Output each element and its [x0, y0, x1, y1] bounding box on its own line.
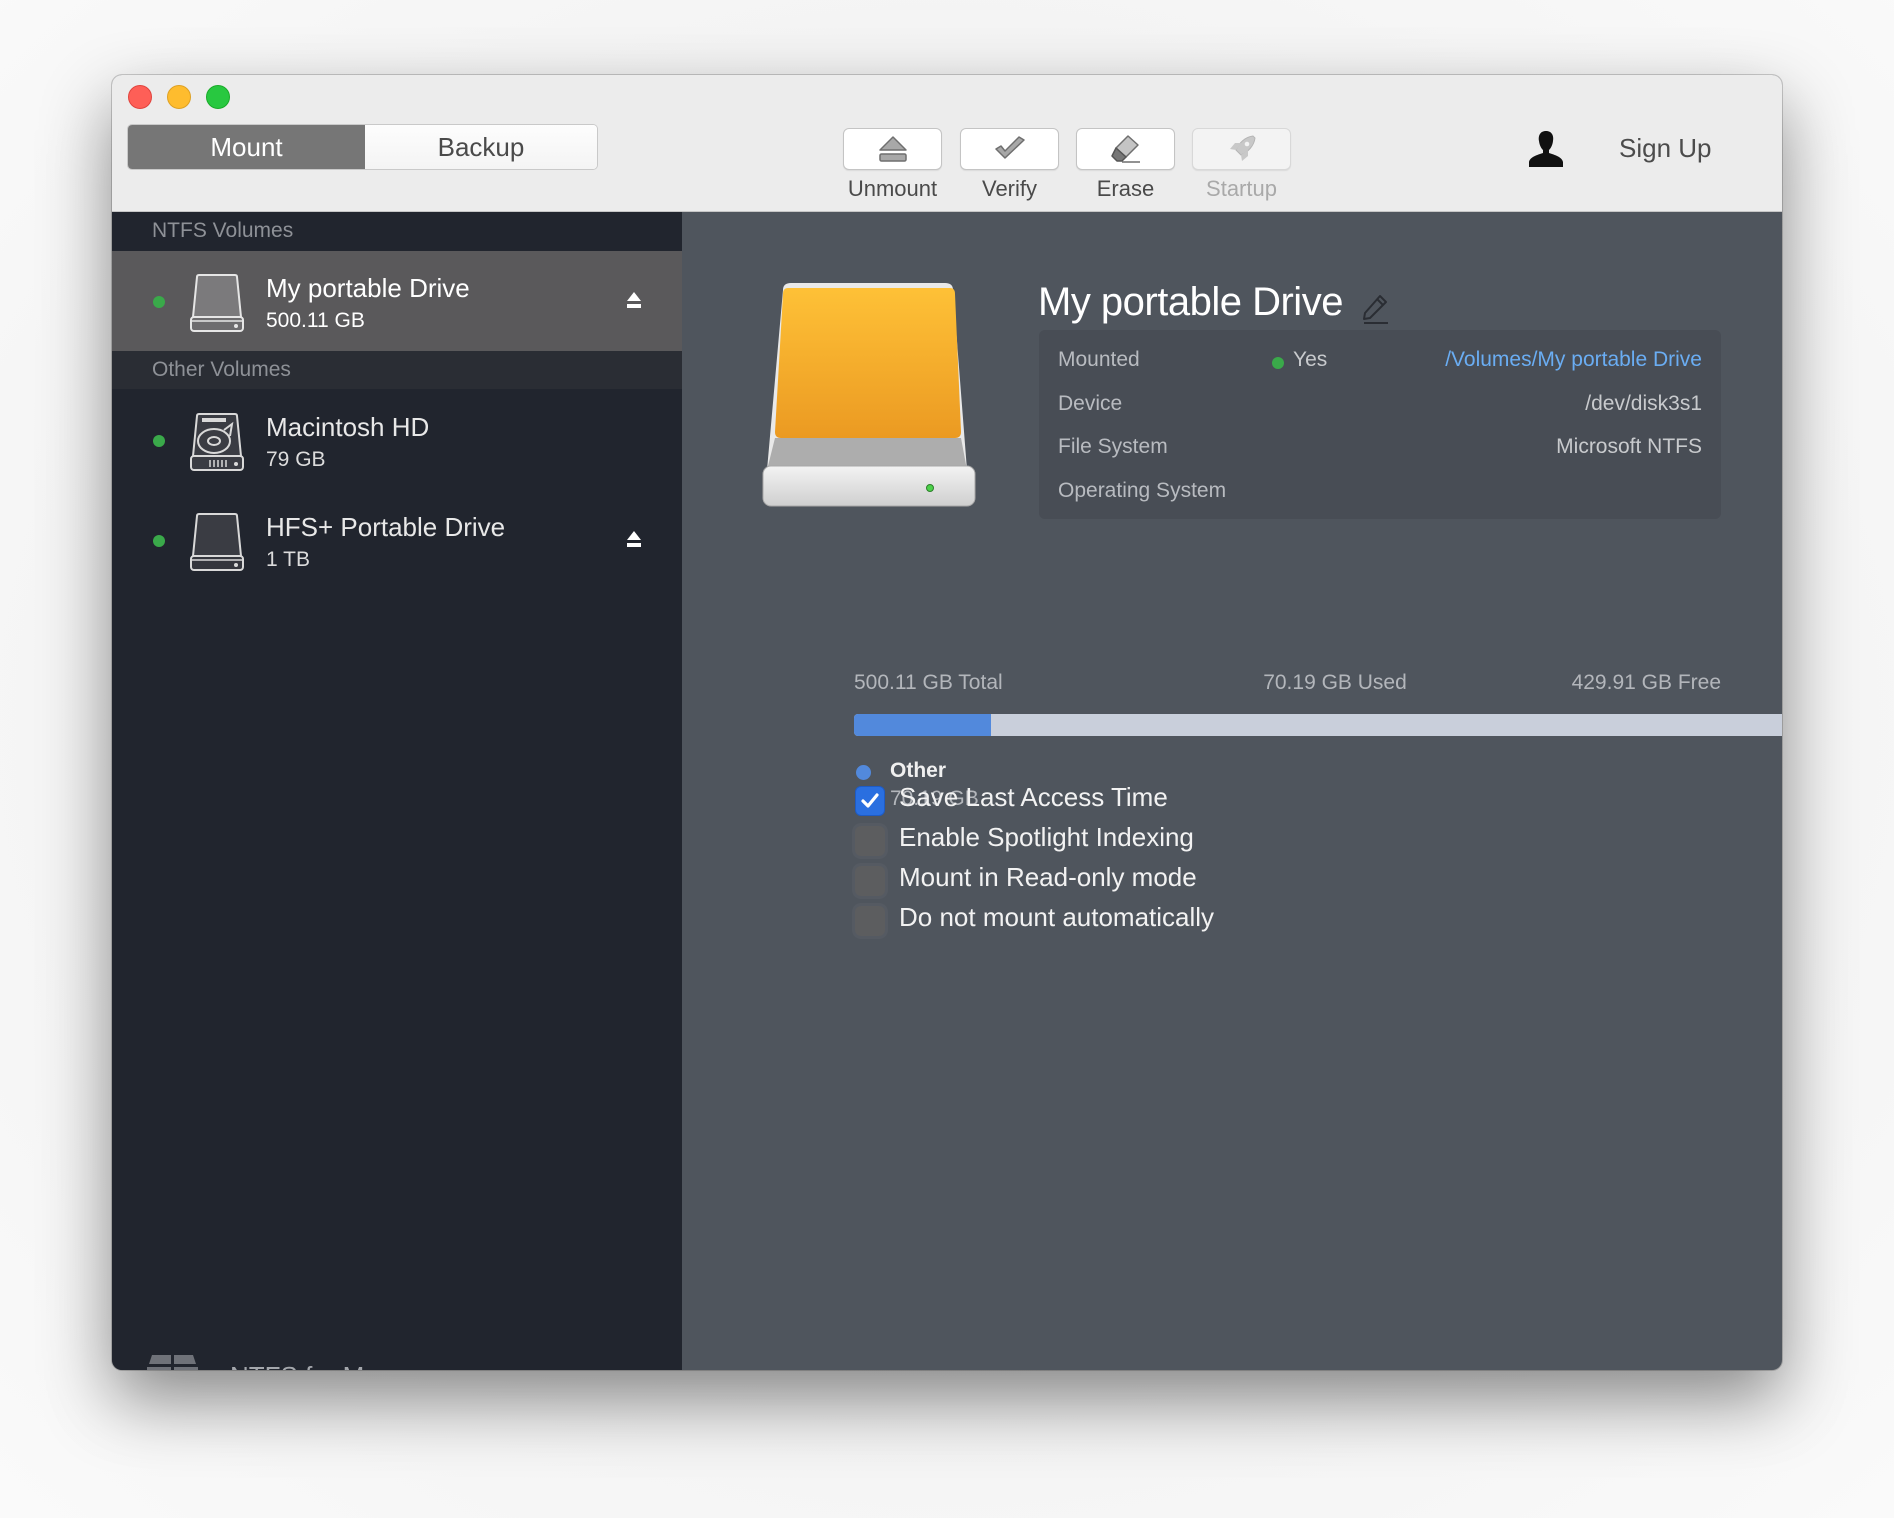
device-value: /dev/disk3s1	[1585, 392, 1702, 415]
file-system-label: File System	[1058, 435, 1168, 458]
zoom-button[interactable]	[206, 85, 230, 109]
unmount-button-frame	[843, 128, 942, 170]
erase-button[interactable]: Erase	[1076, 128, 1175, 202]
option-label: Do not mount automatically	[899, 902, 1215, 932]
mounted-label: Mounted	[1058, 348, 1140, 371]
storage-free: 429.91 GB Free	[1571, 671, 1721, 694]
sign-up-link[interactable]: Sign Up	[1619, 133, 1712, 164]
ntfs-app-logo-icon	[147, 1355, 198, 1370]
mounted-status-dot	[153, 296, 165, 308]
eject-icon[interactable]	[626, 530, 642, 548]
section-header-ntfs: NTFS Volumes	[152, 219, 294, 242]
rename-pencil-icon[interactable]	[1360, 293, 1390, 325]
volume-name: HFS+ Portable Drive	[266, 512, 506, 542]
tab-mount[interactable]: Mount	[128, 125, 365, 169]
checkbox-checked[interactable]	[855, 786, 885, 816]
option-label: Enable Spotlight Indexing	[899, 822, 1194, 852]
mode-segmented-control: Mount Backup	[127, 124, 598, 170]
checkbox-unchecked[interactable]	[855, 866, 885, 896]
legend-color-dot	[856, 765, 871, 780]
tab-backup[interactable]: Backup	[365, 125, 597, 169]
checkmark-icon	[861, 793, 879, 808]
storage-used: 70.19 GB Used	[1263, 671, 1407, 694]
volume-item-hfs-portable-drive[interactable]: HFS+ Portable Drive 1 TB	[112, 490, 682, 590]
minimize-button[interactable]	[167, 85, 191, 109]
eject-icon	[878, 136, 907, 162]
info-row-operating-system: Operating System	[1039, 473, 1721, 509]
checkbox-unchecked[interactable]	[855, 906, 885, 936]
volume-name: Macintosh HD	[266, 412, 430, 442]
mounted-status-dot	[153, 535, 165, 547]
checkbox-unchecked[interactable]	[855, 826, 885, 856]
storage-total: 500.11 GB Total	[854, 671, 1003, 694]
rocket-icon	[1229, 135, 1256, 161]
titlebar: Mount Backup Unmount Verify Erase Startu…	[112, 75, 1782, 212]
drive-image-icon	[762, 283, 976, 507]
close-button[interactable]	[128, 85, 152, 109]
startup-button-frame	[1192, 128, 1291, 170]
internal-disk-icon	[190, 413, 244, 471]
external-drive-icon	[190, 274, 244, 332]
eject-icon[interactable]	[626, 291, 642, 309]
verify-label: Verify	[981, 176, 1038, 201]
mounted-status-dot	[153, 435, 165, 447]
app-name: NTFS for Mac	[230, 1361, 392, 1370]
checkmark-icon	[994, 136, 1025, 159]
external-drive-icon	[190, 513, 244, 571]
eraser-icon	[1110, 135, 1140, 163]
unmount-button[interactable]: Unmount	[843, 128, 942, 202]
volume-name: My portable Drive	[266, 273, 470, 303]
user-icon[interactable]	[1527, 129, 1565, 169]
storage-usage-bar	[854, 714, 1782, 736]
verify-button-frame	[960, 128, 1059, 170]
info-row-file-system: File System Microsoft NTFS	[1039, 429, 1721, 465]
unmount-label: Unmount	[847, 176, 938, 201]
volume-detail-panel: My portable Drive Mounted Yes /Volumes/M…	[682, 212, 1782, 1370]
storage-used-fill	[854, 714, 992, 736]
erase-button-frame	[1076, 128, 1175, 170]
mounted-status-dot	[1272, 357, 1284, 369]
erase-label: Erase	[1096, 176, 1155, 201]
volume-sidebar: NTFS Volumes My portable Drive 500.11 GB…	[112, 212, 682, 1370]
verify-button[interactable]: Verify	[960, 128, 1059, 202]
volume-item-my-portable-drive[interactable]: My portable Drive 500.11 GB	[112, 251, 682, 351]
legend-name: Other	[890, 759, 947, 782]
info-row-device: Device /dev/disk3s1	[1039, 386, 1721, 422]
operating-system-label: Operating System	[1058, 479, 1227, 502]
volume-title: My portable Drive	[1038, 280, 1343, 324]
volume-info-table: Mounted Yes /Volumes/My portable Drive D…	[1039, 330, 1721, 519]
volume-size: 1 TB	[266, 548, 310, 571]
file-system-value: Microsoft NTFS	[1556, 435, 1702, 458]
section-header-other: Other Volumes	[112, 351, 682, 389]
volume-size: 79 GB	[266, 448, 326, 471]
mount-path-link[interactable]: /Volumes/My portable Drive	[1445, 348, 1702, 372]
device-label: Device	[1058, 392, 1123, 415]
startup-button[interactable]: Startup	[1192, 128, 1291, 202]
option-label: Mount in Read-only mode	[899, 862, 1197, 892]
volume-item-macintosh-hd[interactable]: Macintosh HD 79 GB	[112, 390, 682, 490]
info-row-mounted: Mounted Yes /Volumes/My portable Drive	[1039, 342, 1721, 378]
option-label: Save Last Access Time	[899, 782, 1168, 812]
mounted-status: Yes	[1293, 348, 1328, 371]
volume-size: 500.11 GB	[266, 309, 365, 332]
startup-label: Startup	[1206, 176, 1277, 201]
app-window: Mount Backup Unmount Verify Erase Startu…	[112, 75, 1782, 1370]
